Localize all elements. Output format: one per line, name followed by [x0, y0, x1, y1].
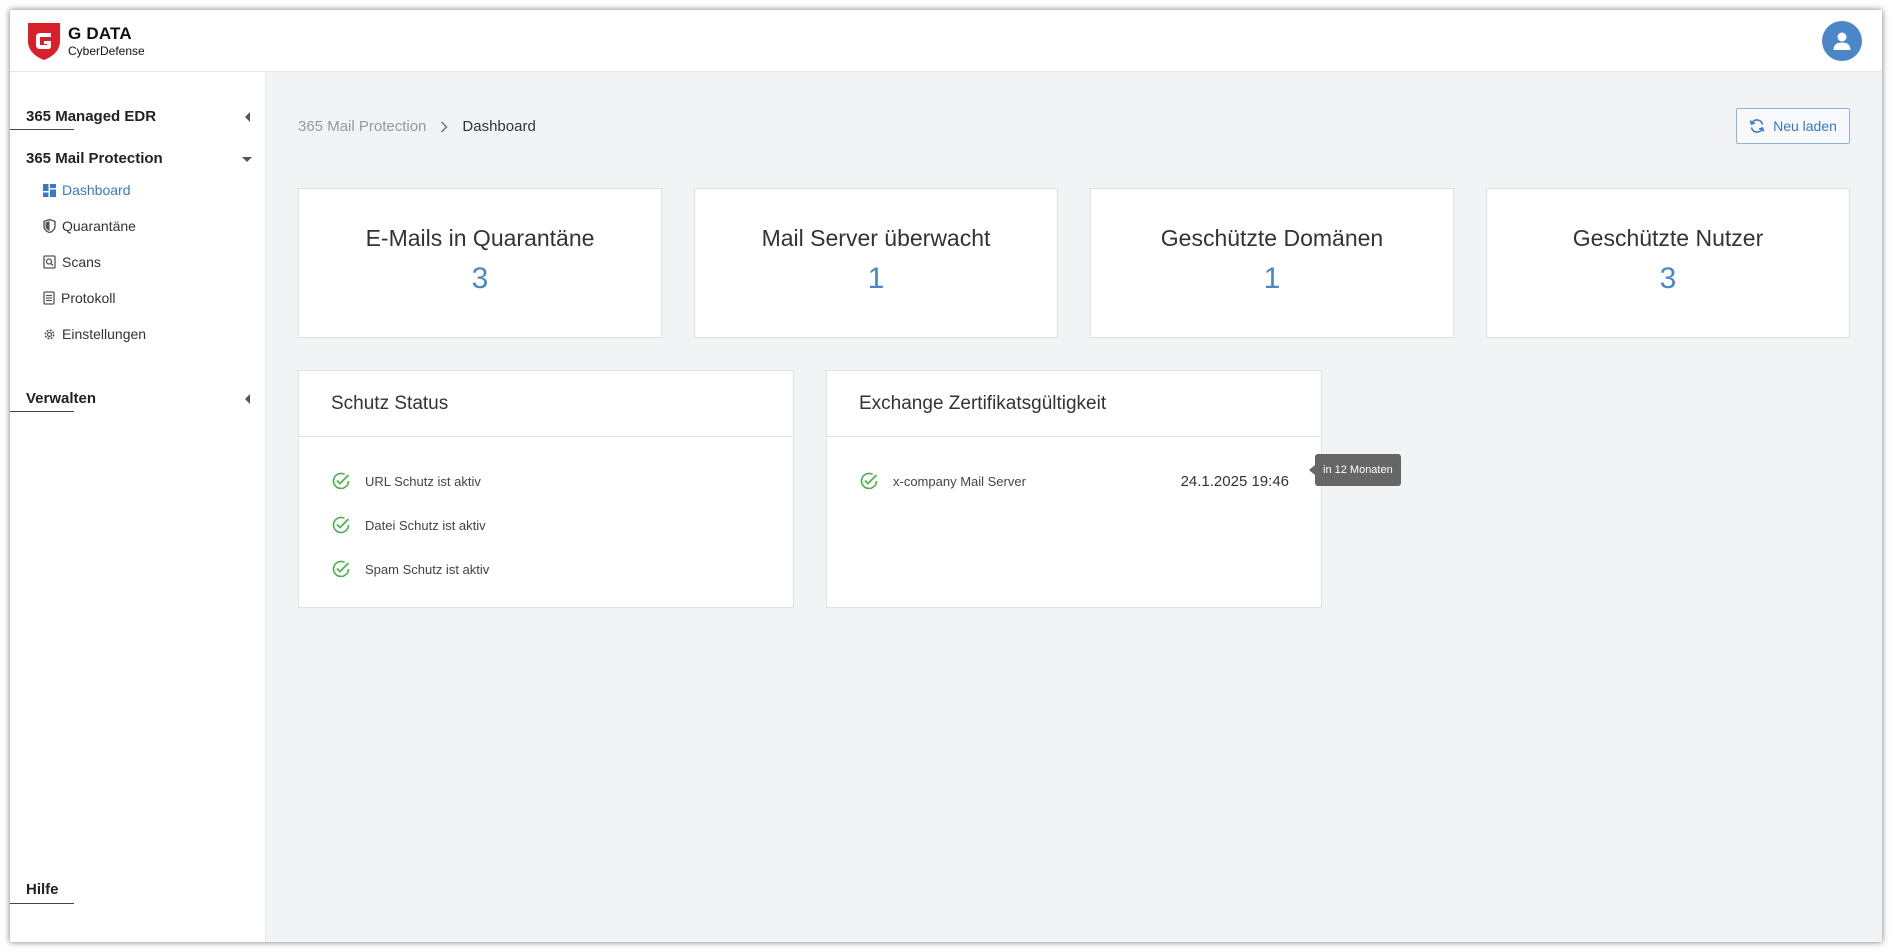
scan-icon: [43, 255, 56, 269]
divider: [10, 903, 74, 904]
log-icon: [43, 291, 55, 305]
breadcrumb-parent-link[interactable]: 365 Mail Protection: [298, 118, 426, 135]
breadcrumb-current: Dashboard: [462, 118, 536, 135]
help-link[interactable]: Hilfe: [26, 881, 59, 898]
sidebar-group-mail-protection[interactable]: 365 Mail Protection: [26, 150, 252, 167]
sidebar-group-verwalten[interactable]: Verwalten: [10, 390, 252, 412]
chevron-left-icon: [245, 394, 250, 404]
brand-subtitle: CyberDefense: [68, 44, 145, 58]
reload-button-label: Neu laden: [1773, 118, 1837, 134]
certificate-row: x-company Mail Server 24.1.2025 19:46: [859, 459, 1289, 503]
stat-label: Geschützte Domänen: [1160, 225, 1384, 251]
reload-button[interactable]: Neu laden: [1736, 108, 1850, 144]
check-circle-icon: [332, 516, 350, 534]
chevron-right-icon: [440, 120, 448, 133]
g-data-shield-icon: [28, 23, 60, 60]
stat-card-users: Geschützte Nutzer 3: [1486, 188, 1850, 338]
dashboard-icon: [43, 183, 56, 197]
stat-value: 3: [1659, 262, 1677, 295]
sidebar-group-managed-edr[interactable]: 365 Managed EDR: [10, 108, 252, 130]
stat-label: E-Mails in Quarantäne: [365, 225, 595, 251]
sidebar-item-label: Dashboard: [62, 182, 131, 198]
sidebar-item-label: Protokoll: [61, 290, 116, 306]
check-circle-icon: [332, 560, 350, 578]
chevron-left-icon: [245, 112, 250, 122]
certificate-validity-panel: Exchange Zertifikatsgültigkeit x-company…: [826, 370, 1322, 608]
stat-value: 3: [471, 262, 489, 295]
sidebar-item-label: Quarantäne: [62, 218, 136, 234]
stat-value: 1: [867, 262, 885, 295]
sidebar-item-dashboard[interactable]: Dashboard: [43, 172, 146, 208]
sidebar-group-label: Verwalten: [26, 390, 97, 407]
sidebar-group-label: 365 Mail Protection: [26, 150, 163, 167]
divider: [10, 411, 74, 412]
certificate-expiry-tooltip: in 12 Monaten: [1309, 454, 1401, 486]
sidebar-item-settings[interactable]: Einstellungen: [43, 316, 146, 352]
stat-label: Mail Server überwacht: [761, 225, 991, 251]
chevron-down-icon: [242, 157, 252, 162]
logo[interactable]: G DATA CyberDefense: [26, 21, 145, 61]
status-row-spam: Spam Schutz ist aktiv: [331, 547, 761, 591]
stat-value: 1: [1263, 262, 1281, 295]
sidebar-item-quarantine[interactable]: Quarantäne: [43, 208, 146, 244]
stat-card-quarantine: E-Mails in Quarantäne 3: [298, 188, 662, 338]
check-circle-icon: [332, 472, 350, 490]
sidebar-item-label: Scans: [62, 254, 101, 270]
top-bar: G DATA CyberDefense: [10, 10, 1882, 72]
status-row-file: Datei Schutz ist aktiv: [331, 503, 761, 547]
stat-label: Geschützte Nutzer: [1572, 225, 1764, 251]
gear-icon: [44, 329, 55, 339]
stat-card-domains: Geschützte Domänen 1: [1090, 188, 1454, 338]
stat-card-mail-servers: Mail Server überwacht 1: [694, 188, 1058, 338]
check-circle-icon: [860, 472, 878, 490]
certificate-expiry-date[interactable]: 24.1.2025 19:46: [1181, 473, 1289, 490]
sidebar-subnav: Dashboard Quarantäne Scans Protokoll Ein…: [43, 172, 146, 352]
sidebar-item-protocol[interactable]: Protokoll: [43, 280, 146, 316]
divider: [10, 129, 74, 130]
user-icon: [1833, 32, 1851, 50]
sidebar-item-scans[interactable]: Scans: [43, 244, 146, 280]
status-label: Spam Schutz ist aktiv: [365, 561, 490, 577]
breadcrumb: 365 Mail Protection Dashboard: [298, 118, 536, 135]
sidebar-item-label: Einstellungen: [62, 326, 147, 342]
status-label: URL Schutz ist aktiv: [365, 473, 481, 489]
protection-status-panel: Schutz Status URL Schutz ist aktiv Datei…: [298, 370, 794, 608]
user-avatar-button[interactable]: [1822, 21, 1862, 61]
refresh-icon: [1749, 119, 1765, 133]
app-window: G DATA CyberDefense 365 Managed EDR 365 …: [10, 10, 1882, 942]
sidebar-group-label: 365 Managed EDR: [26, 108, 157, 125]
panel-title: Exchange Zertifikatsgültigkeit: [827, 371, 1321, 437]
certificate-server-name: x-company Mail Server: [893, 473, 1026, 489]
status-label: Datei Schutz ist aktiv: [365, 517, 486, 533]
sidebar: 365 Managed EDR 365 Mail Protection Dash…: [10, 72, 266, 942]
main-content: 365 Mail Protection Dashboard Neu laden …: [266, 72, 1882, 942]
status-row-url: URL Schutz ist aktiv: [331, 459, 761, 503]
brand-name: G DATA: [68, 24, 132, 43]
panel-title: Schutz Status: [299, 371, 793, 437]
shield-icon: [43, 219, 56, 233]
